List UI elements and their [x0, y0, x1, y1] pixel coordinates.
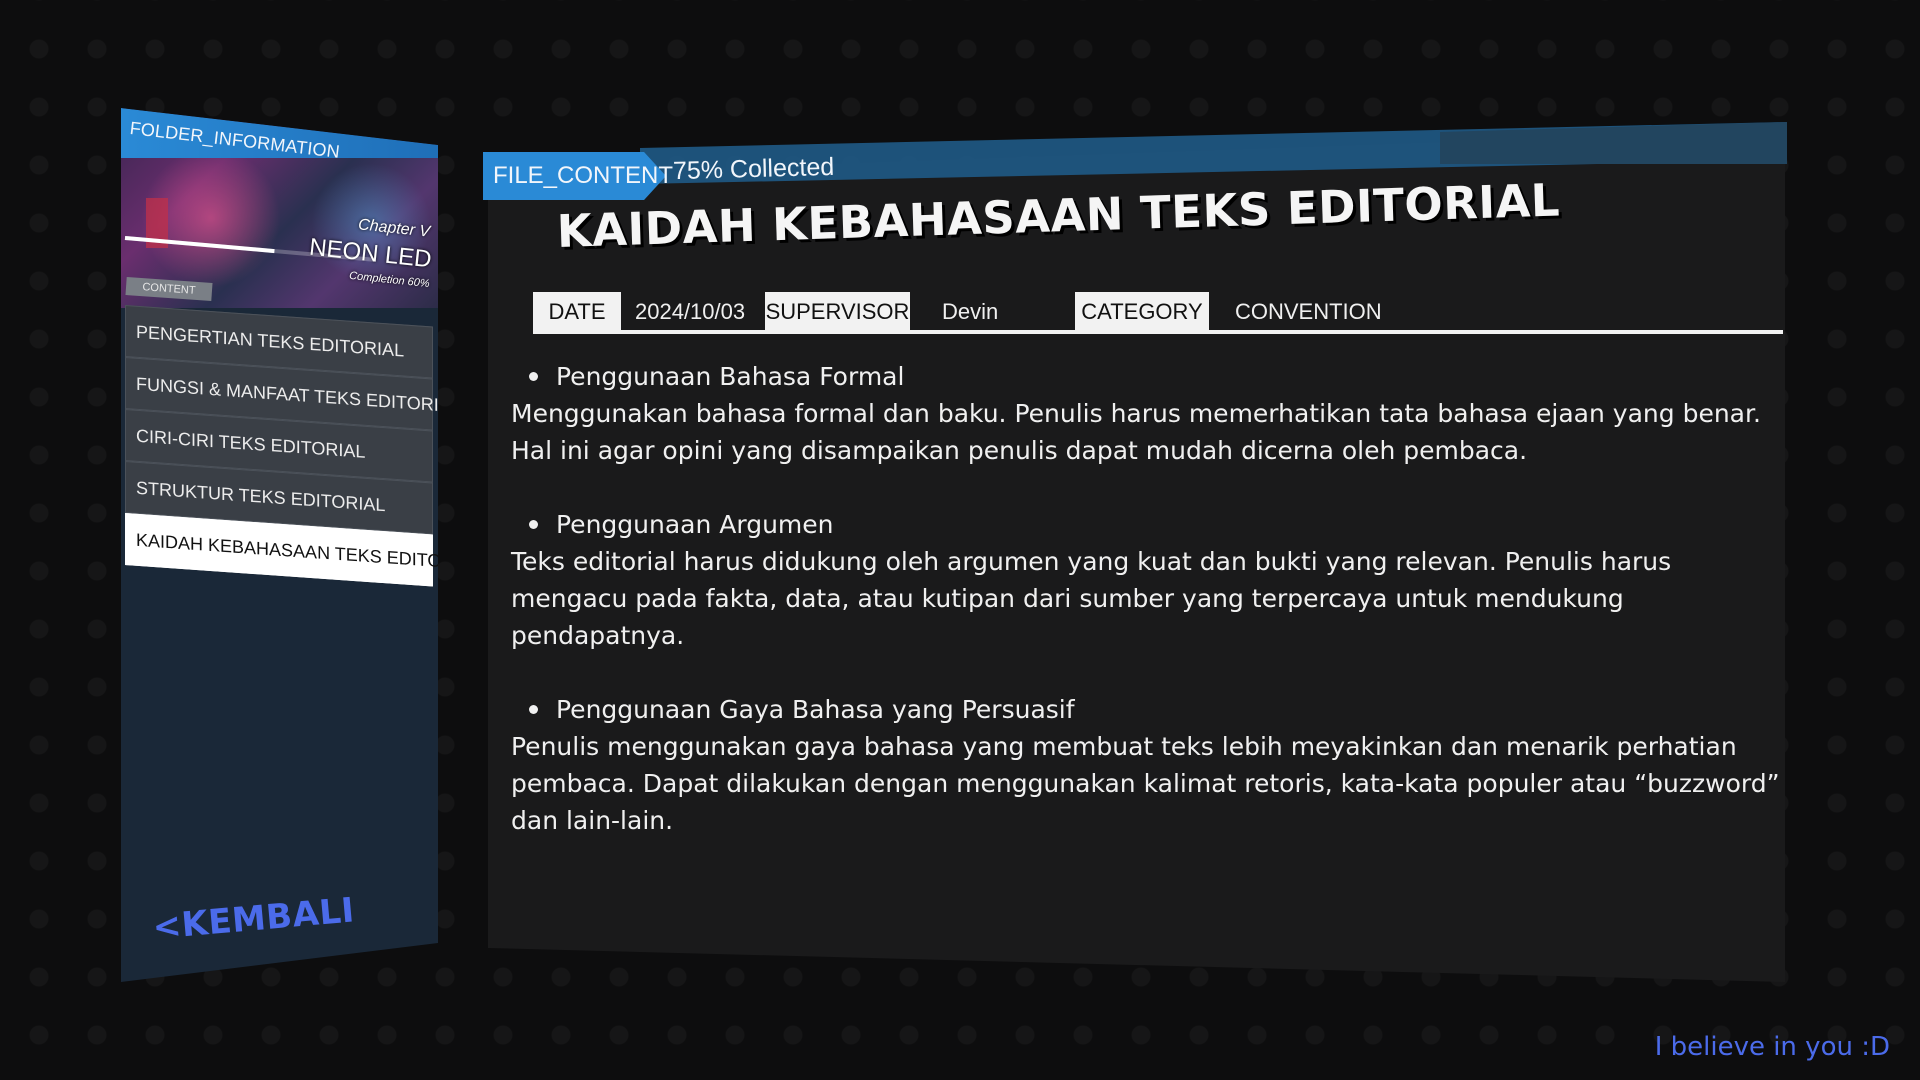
category-label: CATEGORY	[1075, 292, 1209, 332]
section-heading: Penggunaan Bahasa Formal	[511, 358, 1781, 395]
section-heading-text: Penggunaan Argumen	[556, 510, 834, 539]
file-content-tab-label: FILE_CONTENT	[493, 162, 674, 189]
collected-status: 75% Collected	[672, 152, 835, 186]
category-value: CONVENTION	[1235, 299, 1382, 324]
bullet-icon	[529, 372, 538, 381]
footer-note: I believe in you :D	[1654, 1032, 1890, 1062]
sidebar-item-label: KAIDAH KEBAHASAAN TEKS EDITORIAL	[136, 529, 482, 574]
section-heading-text: Penggunaan Bahasa Formal	[556, 362, 905, 391]
section-heading: Penggunaan Argumen	[511, 506, 1781, 543]
content-body: Penggunaan Bahasa Formal Menggunakan bah…	[511, 358, 1781, 876]
section-heading-text: Penggunaan Gaya Bahasa yang Persuasif	[556, 695, 1075, 724]
content-section: Penggunaan Argumen Teks editorial harus …	[511, 506, 1781, 654]
date-label: DATE	[533, 292, 621, 332]
back-button[interactable]: <KEMBALI	[151, 890, 356, 947]
bullet-icon	[529, 520, 538, 529]
section-paragraph: Teks editorial harus didukung oleh argum…	[511, 547, 1672, 650]
sidebar: Chapter V NEON LED Completion 60% FOLDER…	[121, 108, 438, 982]
date-value: 2024/10/03	[635, 299, 746, 324]
sidebar-item-label: PENGERTIAN TEKS EDITORIAL	[136, 321, 405, 361]
sidebar-item-label: STRUKTUR TEKS EDITORIAL	[136, 477, 386, 515]
supervisor-value: Devin	[942, 299, 999, 324]
sidebar-item-label: CIRI-CIRI TEKS EDITORIAL	[136, 425, 366, 462]
supervisor-label: SUPERVISOR	[765, 292, 910, 332]
content-section: Penggunaan Gaya Bahasa yang Persuasif Pe…	[511, 691, 1781, 839]
meta-divider	[533, 330, 1783, 334]
bullet-icon	[529, 705, 538, 714]
folder-header-bar: FOLDER_INFORMATION	[121, 108, 438, 158]
sidebar-item-label: FUNGSI & MANFAAT TEKS EDITORIAL	[136, 373, 461, 416]
folder-title: FOLDER_INFORMATION	[128, 118, 341, 162]
section-paragraph: Penulis menggunakan gaya bahasa yang mem…	[511, 732, 1780, 835]
content-section: Penggunaan Bahasa Formal Menggunakan bah…	[511, 358, 1781, 469]
section-heading: Penggunaan Gaya Bahasa yang Persuasif	[511, 691, 1781, 728]
section-paragraph: Menggunakan bahasa formal dan baku. Penu…	[511, 399, 1761, 465]
header-strip-accent	[1440, 122, 1787, 164]
